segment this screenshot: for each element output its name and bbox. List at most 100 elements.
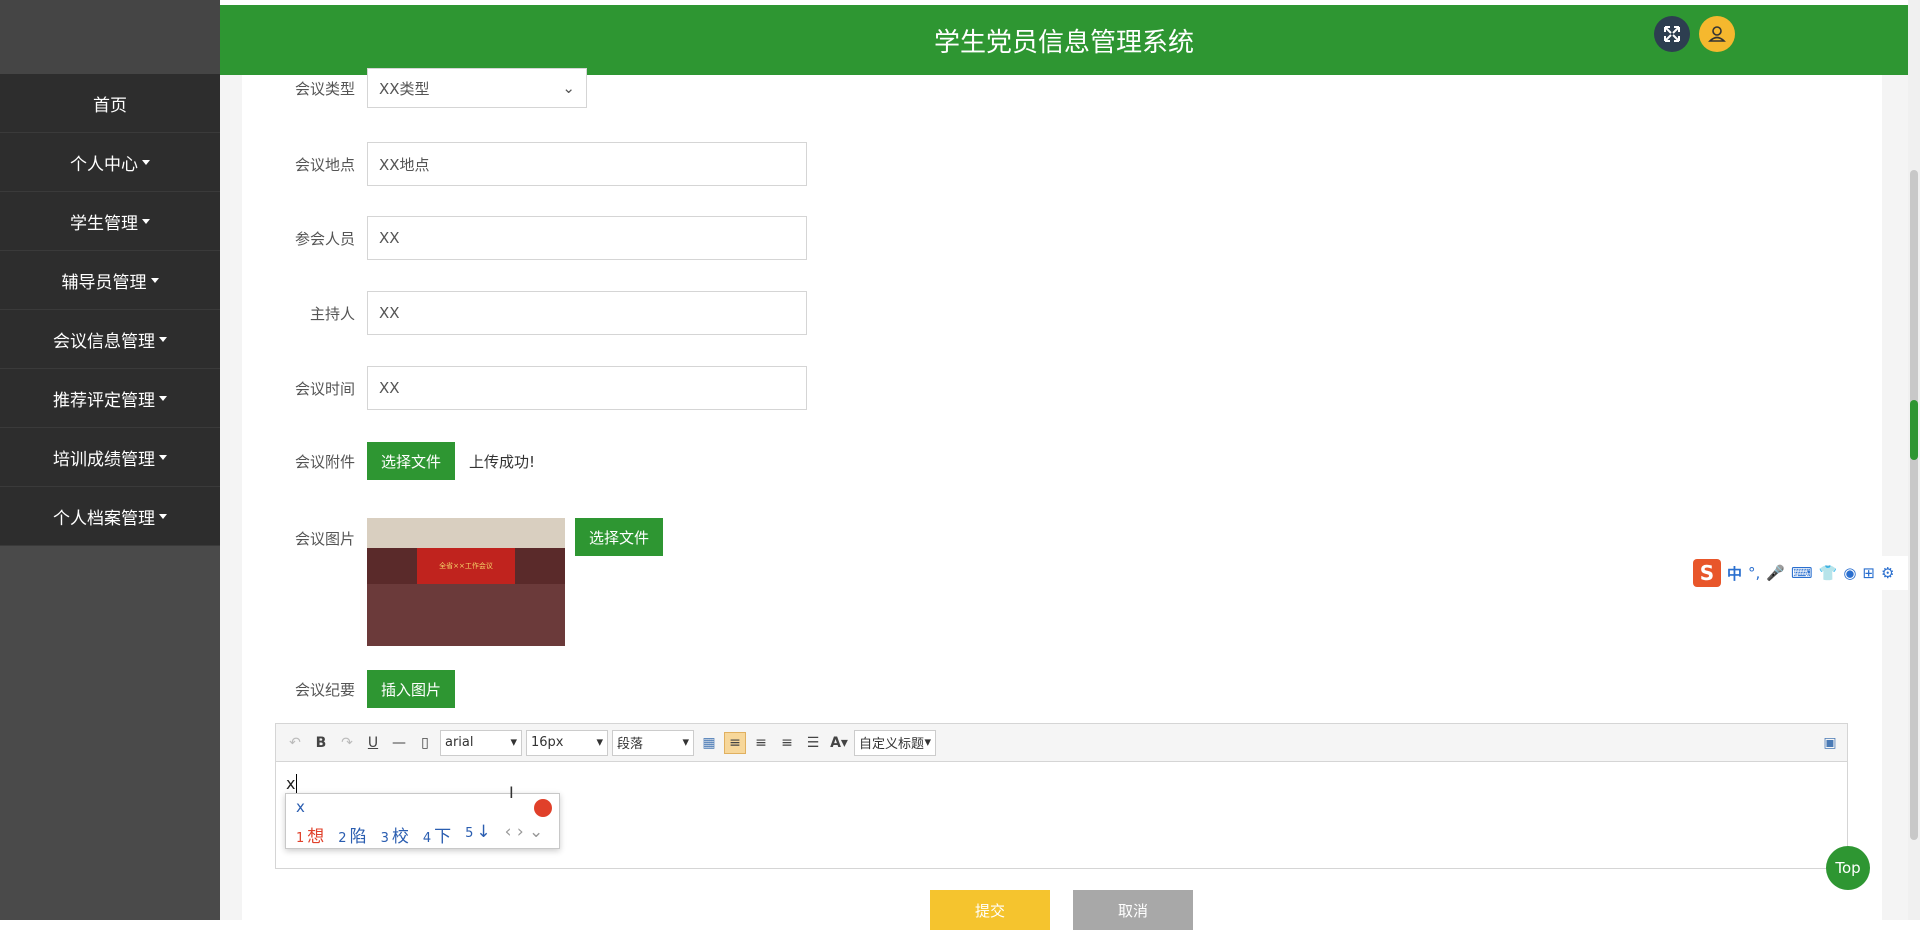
sidebar-item-home[interactable]: 首页 <box>0 74 220 133</box>
sidebar-item-label: 推荐评定管理 <box>53 390 155 411</box>
font-family-select[interactable]: arial ▾ <box>440 729 522 756</box>
attendees-input[interactable]: XX <box>367 216 807 260</box>
attendees-row: 参会人员 XX <box>247 216 807 260</box>
ime-page-arrows-icon[interactable]: ‹ › ⌄ <box>505 822 544 847</box>
caret-down-icon <box>142 218 150 224</box>
sidebar-item-archive-management[interactable]: 个人档案管理 <box>0 487 220 546</box>
bold-icon[interactable]: B <box>310 732 332 754</box>
meeting-type-select[interactable]: XX类型 ⌄ <box>367 68 587 108</box>
paste-icon[interactable]: ▯ <box>414 732 436 754</box>
minutes-row: 会议纪要 插入图片 <box>247 670 456 708</box>
microphone-icon[interactable]: 🎤 <box>1766 564 1785 582</box>
scrollbar-thumb[interactable] <box>1910 170 1918 840</box>
candidate-number: 1 <box>296 831 305 846</box>
caret-down-icon <box>142 159 150 165</box>
sidebar-item-label: 学生管理 <box>70 213 138 234</box>
attachment-label: 会议附件 <box>294 452 355 471</box>
ime-candidate[interactable]: 3校 <box>381 822 409 847</box>
candidate-text: ↓ <box>476 822 491 842</box>
meeting-time-label: 会议时间 <box>294 379 355 398</box>
sidebar-item-label: 会议信息管理 <box>53 331 155 352</box>
host-input[interactable]: XX <box>367 291 807 335</box>
image-choose-file-button[interactable]: 选择文件 <box>575 518 664 556</box>
fullscreen-button[interactable] <box>1654 16 1690 52</box>
sidebar-item-student-management[interactable]: 学生管理 <box>0 192 220 251</box>
ime-candidate[interactable]: 5 ↓ <box>465 822 491 847</box>
custom-title-select[interactable]: 自定义标题 ▾ <box>854 729 936 756</box>
ime-candidate[interactable]: 2陷 <box>338 822 366 847</box>
user-icon <box>1708 26 1726 42</box>
insert-image-button[interactable]: 插入图片 <box>367 670 456 708</box>
caret-down-icon: ▾ <box>924 735 931 750</box>
caret-down-icon <box>159 395 167 401</box>
sogou-logo-icon: S <box>1693 559 1721 587</box>
upload-status: 上传成功! <box>469 452 536 471</box>
candidate-text: 想 <box>307 827 325 847</box>
host-label: 主持人 <box>309 304 355 323</box>
caret-down-icon: ▾ <box>682 735 689 750</box>
caret-down-icon <box>150 277 159 283</box>
table-icon[interactable]: ▦ <box>698 732 720 754</box>
sidebar-item-personal-center[interactable]: 个人中心 <box>0 133 220 192</box>
font-size-select[interactable]: 16px ▾ <box>526 729 608 756</box>
host-row: 主持人 XX <box>247 291 807 335</box>
fullscreen-icon[interactable]: ▣ <box>1819 732 1841 754</box>
paragraph-select[interactable]: 段落 ▾ <box>612 729 694 756</box>
align-justify-icon[interactable]: ☰ <box>802 732 824 754</box>
align-right-icon[interactable]: ≡ <box>750 732 772 754</box>
underline-icon[interactable]: U <box>362 732 384 754</box>
meeting-place-label: 会议地点 <box>294 155 355 174</box>
candidate-text: 陷 <box>349 827 367 847</box>
meeting-time-row: 会议时间 XX <box>247 366 807 410</box>
skin-icon[interactable]: 👕 <box>1819 564 1838 582</box>
chevron-down-icon: ⌄ <box>562 79 575 97</box>
attachment-choose-file-button[interactable]: 选择文件 <box>367 442 456 480</box>
align-center-icon[interactable]: ≡ <box>776 732 798 754</box>
apps-icon[interactable]: ⊞ <box>1862 564 1875 582</box>
image-banner: 全省××工作会议 <box>417 548 515 584</box>
back-to-top-button[interactable]: Top <box>1826 846 1870 890</box>
undo-icon[interactable]: ↶ <box>284 732 306 754</box>
font-family-value: arial <box>445 735 474 750</box>
meeting-type-label: 会议类型 <box>294 79 355 98</box>
meeting-place-input[interactable]: XX地点 <box>367 142 807 186</box>
sogou-ime-toolbar: S 中 °, 🎤 ⌨ 👕 ◉ ⊞ ⚙ <box>1693 556 1920 590</box>
meeting-type-value: XX类型 <box>379 79 430 98</box>
app-title: 学生党员信息管理系统 <box>933 27 1194 58</box>
submit-button[interactable]: 提交 <box>930 890 1050 930</box>
meeting-image: 全省××工作会议 <box>367 518 565 646</box>
font-color-icon[interactable]: A▾ <box>828 732 850 754</box>
sidebar-item-label: 首页 <box>93 95 127 116</box>
sidebar-item-counselor-management[interactable]: 辅导员管理 <box>0 251 220 310</box>
candidate-number: 4 <box>422 831 432 846</box>
font-size-value: 16px <box>531 735 564 750</box>
horizontal-rule-icon[interactable]: — <box>388 732 410 754</box>
sidebar-item-training-score-management[interactable]: 培训成绩管理 <box>0 428 220 487</box>
ime-candidate[interactable]: 4下 <box>423 822 451 847</box>
robot-icon[interactable]: ◉ <box>1843 564 1856 582</box>
redo-icon[interactable]: ↷ <box>336 732 358 754</box>
ime-skin-icon <box>534 799 552 817</box>
ime-candidate[interactable]: 1想 <box>296 822 324 847</box>
caret-down-icon: ▾ <box>596 735 603 750</box>
align-left-icon[interactable]: ≡ <box>724 731 746 754</box>
caret-down-icon <box>159 336 167 342</box>
ime-language-toggle[interactable]: 中 <box>1727 563 1742 584</box>
sidebar-item-meeting-management[interactable]: 会议信息管理 <box>0 310 220 369</box>
sidebar-item-label: 辅导员管理 <box>61 272 147 293</box>
punctuation-icon[interactable]: °, <box>1748 564 1760 582</box>
keyboard-icon[interactable]: ⌨ <box>1791 564 1813 582</box>
sidebar-logo-area <box>0 0 220 74</box>
meeting-type-row: 会议类型 XX类型 ⌄ <box>247 68 587 108</box>
cancel-button[interactable]: 取消 <box>1073 890 1193 930</box>
page-scrollbar[interactable] <box>1908 0 1920 920</box>
image-audience <box>367 584 565 646</box>
ime-input-text: x <box>296 798 305 816</box>
sidebar-item-label: 培训成绩管理 <box>53 449 155 470</box>
meeting-place-row: 会议地点 XX地点 <box>247 142 807 186</box>
settings-icon[interactable]: ⚙ <box>1881 564 1894 582</box>
sidebar-item-recommendation-management[interactable]: 推荐评定管理 <box>0 369 220 428</box>
user-button[interactable] <box>1699 16 1735 52</box>
meeting-time-input[interactable]: XX <box>367 366 807 410</box>
editor-text: x <box>286 774 296 793</box>
